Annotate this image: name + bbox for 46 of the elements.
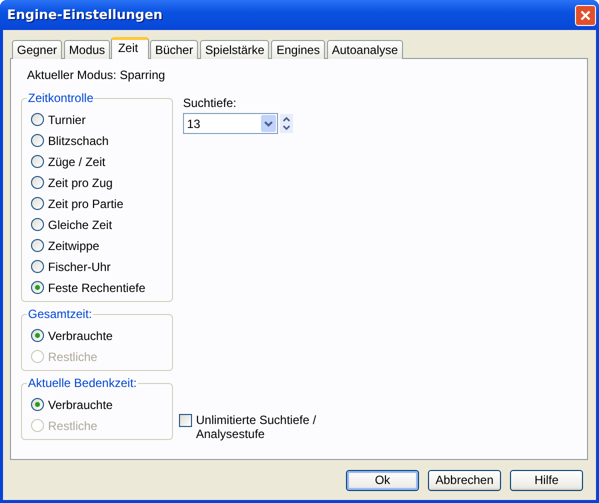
radio-label: Verbrauchte <box>48 328 113 342</box>
radio-label: Zeitwippe <box>48 238 100 252</box>
close-icon <box>580 10 591 20</box>
radio-button[interactable] <box>31 398 44 411</box>
dialog-button[interactable]: Hilfe <box>510 470 583 490</box>
radio-label: Blitzschach <box>48 134 109 148</box>
radio-label: Zeit pro Zug <box>48 176 113 190</box>
radio-button[interactable] <box>31 197 44 210</box>
radio-button[interactable] <box>31 113 44 126</box>
group-title: Gesamtzeit: <box>27 307 94 321</box>
radio-button[interactable] <box>31 260 44 273</box>
radio-label: Gleiche Zeit <box>48 218 112 232</box>
close-button[interactable] <box>575 4 596 26</box>
radio-label: Turnier <box>48 112 86 126</box>
radio-button[interactable] <box>31 329 44 342</box>
radio-label: Restliche <box>48 418 98 432</box>
radio-button[interactable] <box>31 134 44 147</box>
radio-label: Fischer-Uhr <box>48 260 111 274</box>
tab[interactable]: Bücher <box>150 40 198 59</box>
radio-button[interactable] <box>31 155 44 168</box>
tab[interactable]: Engines <box>271 40 325 59</box>
radio-button[interactable] <box>31 281 44 294</box>
group-title: Zeitkontrolle <box>27 91 94 105</box>
tab[interactable]: Modus <box>64 40 110 59</box>
tab[interactable]: Gegner <box>12 40 62 59</box>
radio-label: Restliche <box>48 350 98 364</box>
search-depth-label: Suchtiefe: <box>183 96 238 110</box>
radio-label: Verbrauchte <box>48 398 113 412</box>
window-title: Engine-Einstellungen <box>6 8 163 22</box>
dialog-button[interactable]: Abbrechen <box>428 470 501 490</box>
tab[interactable]: Zeit <box>111 37 150 59</box>
tab[interactable]: Spielstärke <box>200 40 270 59</box>
radio-label: Zeit pro Partie <box>48 196 124 210</box>
group-title: Aktuelle Bedenkzeit: <box>27 376 138 390</box>
radio-button[interactable] <box>31 239 44 252</box>
current-mode-text: Aktueller Modus: Sparring <box>26 68 166 82</box>
search-depth-dropdown[interactable]: 13 <box>183 113 278 134</box>
radio-label: Züge / Zeit <box>48 154 106 168</box>
checkbox[interactable] <box>179 414 192 427</box>
radio-button[interactable] <box>31 218 44 231</box>
checkbox-label: Unlimitierte Suchtiefe / Analysestufe <box>196 413 318 441</box>
dialog-button[interactable]: Ok <box>346 470 419 490</box>
radio-button[interactable] <box>31 176 44 189</box>
radio-label: Feste Rechentiefe <box>48 280 146 294</box>
tab[interactable]: Autoanalyse <box>326 40 403 59</box>
spinner-control[interactable] <box>280 114 293 133</box>
